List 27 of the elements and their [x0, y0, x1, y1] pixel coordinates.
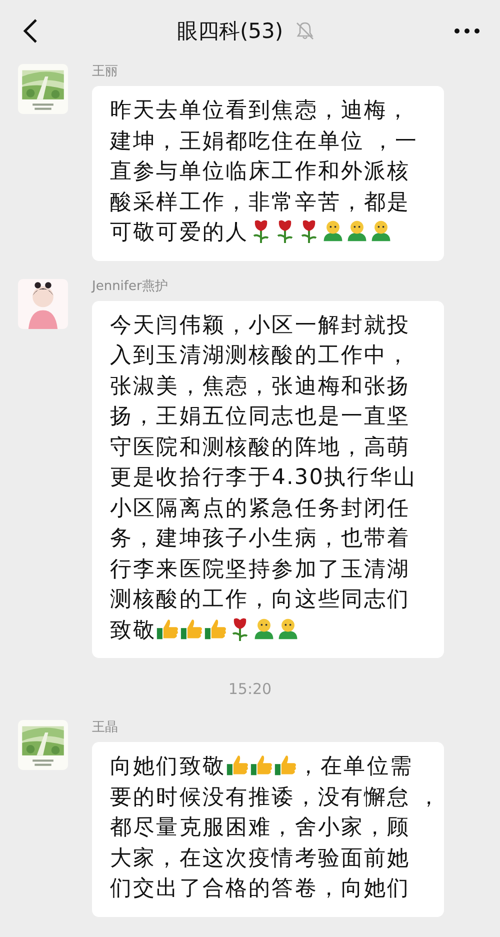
message-text: 务，建坤孩子小生病，也带着 — [110, 526, 410, 551]
message-text: 直参与单位临床工作和外派核 — [110, 159, 410, 184]
message-text: 扬，王娟五位同志也是一直坚 — [110, 404, 410, 429]
message-text: 小区隔离点的紧急任务封闭任 — [110, 496, 410, 520]
message-text: 可敬可爱的人 — [110, 220, 249, 245]
sender-name: Jennifer燕护 — [92, 278, 168, 294]
message-text: 守医院和测核酸的阵地，高萌 — [110, 434, 410, 460]
message-text: 昨天去单位看到焦悫，迪梅， — [110, 98, 410, 123]
message-text: 今天闫伟颖，小区一解封就投 — [110, 312, 410, 338]
message-text: 测核酸的工作，向这些同志们 — [110, 587, 410, 612]
message-text: 向她们致敬 — [110, 754, 226, 779]
message-text: ，在单位需 — [298, 754, 413, 779]
message-text: 入到玉清湖测核酸的工作中， — [110, 343, 410, 368]
message-text: 建坤，王娟都吃住在单位 ，一 — [110, 128, 418, 154]
chat-title: 眼四科(53) — [176, 18, 284, 45]
message-text: 更是收拾行李于4.30执行华山 — [110, 465, 416, 490]
message-text: 张淑美，焦悫，张迪梅和张扬 — [110, 374, 410, 398]
message-text: 们交出了合格的答卷，向她们 — [110, 876, 410, 901]
sender-name: 王丽 — [92, 64, 118, 80]
timestamp: 15:20 — [227, 679, 273, 700]
message-text: 酸采样工作，非常辛苦，都是 — [110, 190, 410, 214]
message-text: 致敬 — [110, 618, 156, 642]
message-text: 行李来医院坚持参加了玉清湖 — [110, 556, 410, 582]
message-text: 要的时候没有推诿，没有懈怠 ， — [110, 784, 442, 810]
message-text: 都尽量克服困难，舍小家，顾 — [110, 815, 410, 840]
sender-name: 王晶 — [92, 720, 118, 736]
message-text: 大家，在这次疫情考验面前她 — [110, 846, 410, 870]
